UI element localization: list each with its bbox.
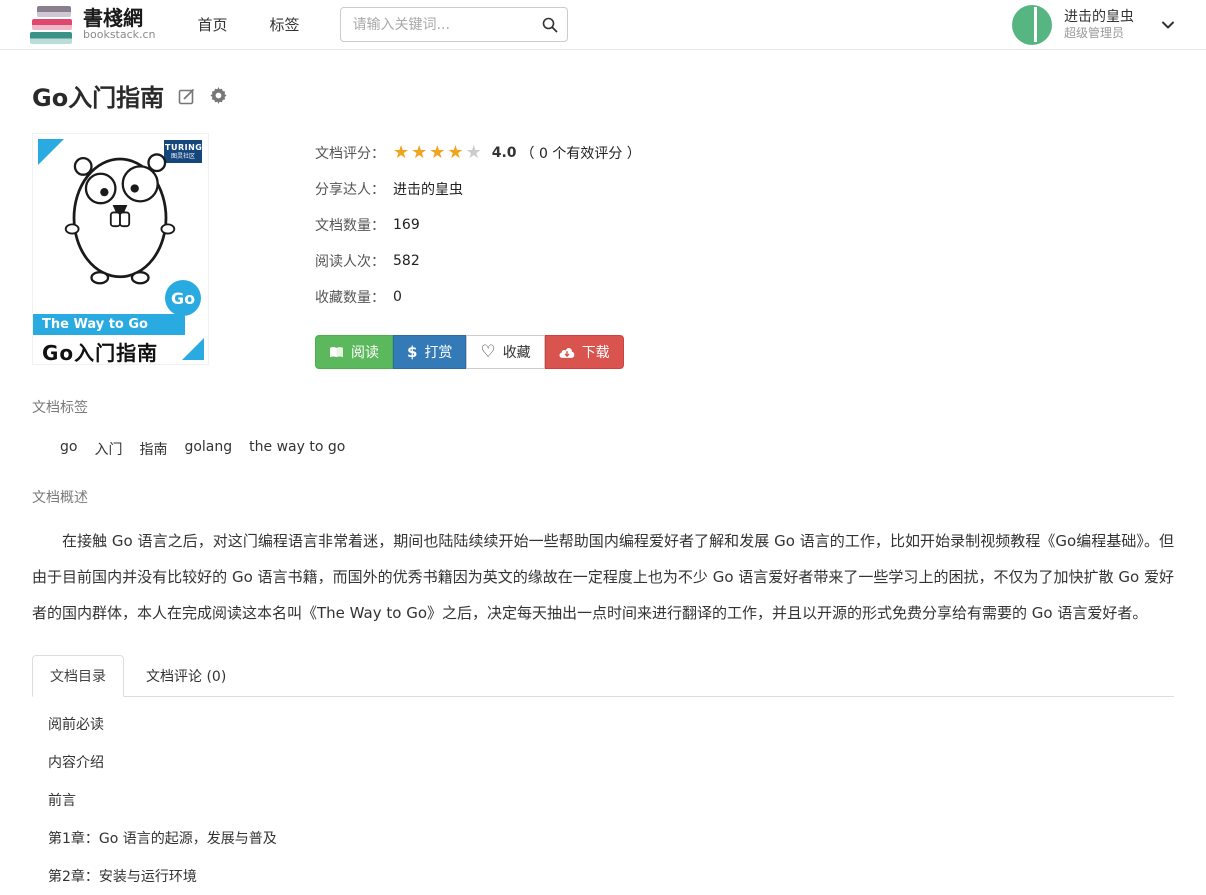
favorite-button[interactable]: ♡ 收藏 (466, 335, 544, 369)
chevron-down-icon (1160, 17, 1176, 33)
info-row: 分享达人： 进击的皇虫 (315, 178, 641, 199)
action-buttons: 阅读 $ 打赏 ♡ 收藏 下载 (315, 335, 624, 369)
tab-bar: 文档目录文档评论 (0) (32, 655, 1174, 697)
header: 書棧網 bookstack.cn 首页 标签 进击的皇虫 超级管理员 (0, 0, 1206, 50)
toc-list: 阅前必读内容介绍前言第1章：Go 语言的起源，发展与普及第2章：安装与运行环境 (32, 705, 1174, 895)
page-title: Go入门指南 (32, 78, 164, 113)
edit-icon[interactable] (178, 87, 196, 105)
star-icon: ★ (466, 142, 484, 163)
gear-icon[interactable] (210, 87, 227, 104)
search-box (340, 7, 568, 42)
tag-link[interactable]: golang (184, 439, 232, 459)
star-icon: ★ (411, 142, 429, 163)
cover-title: Go入门指南 (42, 337, 158, 365)
rating-stars: ★★★★★ (393, 144, 484, 162)
info-label: 收藏数量： (315, 287, 385, 307)
cover-banner: The Way to Go (33, 314, 185, 335)
avatar (1012, 5, 1052, 45)
star-icon: ★ (393, 142, 411, 163)
info-row: 文档数量： 169 (315, 214, 641, 235)
rating-value: 4.0 (492, 145, 517, 161)
dollar-icon: $ (407, 343, 417, 361)
star-icon: ★ (447, 142, 465, 163)
download-button[interactable]: 下载 (545, 335, 624, 369)
nav-item-1[interactable]: 标签 (270, 14, 300, 35)
toc-item[interactable]: 内容介绍 (32, 743, 1174, 781)
overview-text: 在接触 Go 语言之后，对这门编程语言非常着迷，期间也陆陆续续开始一些帮助国内编… (32, 523, 1174, 631)
tag-link[interactable]: go (60, 439, 77, 459)
info-label: 阅读人次： (315, 251, 385, 271)
cover-corner-triangle-bottom (182, 338, 204, 360)
read-button[interactable]: 阅读 (315, 335, 393, 369)
info-value: 0 (393, 289, 402, 305)
gopher-illustration (45, 148, 195, 290)
tab-1[interactable]: 文档评论 (0) (128, 655, 244, 697)
tags-heading: 文档标签 (32, 397, 1174, 417)
info-label: 文档数量： (315, 215, 385, 235)
search-input[interactable] (340, 7, 568, 42)
go-badge: Go (165, 280, 201, 316)
toc-item[interactable]: 前言 (32, 781, 1174, 819)
user-name: 进击的皇虫 (1064, 8, 1134, 26)
cloud-download-icon (559, 346, 575, 359)
site-logo[interactable]: 書棧網 bookstack.cn (30, 5, 156, 45)
book-cover: TURING 图灵社区 (32, 133, 209, 365)
search-button[interactable] (535, 10, 565, 39)
toc-item[interactable]: 第2章：安装与运行环境 (32, 857, 1174, 895)
star-icon: ★ (429, 142, 447, 163)
logo-books-icon (30, 5, 74, 45)
toc-item[interactable]: 第1章：Go 语言的起源，发展与普及 (32, 819, 1174, 857)
tag-link[interactable]: 指南 (139, 439, 167, 459)
rating-row: 文档评分： ★★★★★ 4.0 （ 0 个有效评分 ） (315, 142, 641, 163)
main-nav: 首页 标签 (198, 14, 300, 35)
info-value: 进击的皇虫 (393, 179, 463, 199)
toc-item[interactable]: 阅前必读 (32, 705, 1174, 743)
reward-button[interactable]: $ 打赏 (393, 335, 466, 369)
overview-heading: 文档概述 (32, 487, 1174, 507)
rating-note: （ 0 个有效评分 ） (521, 143, 641, 163)
info-row: 收藏数量： 0 (315, 286, 641, 307)
info-value: 169 (393, 217, 420, 233)
tag-list: go 入门指南 golang the way to go (32, 439, 1174, 459)
info-label: 分享达人： (315, 179, 385, 199)
rating-label: 文档评分： (315, 143, 385, 163)
info-row: 阅读人次： 582 (315, 250, 641, 271)
user-menu[interactable]: 进击的皇虫 超级管理员 (1012, 5, 1176, 45)
user-role: 超级管理员 (1064, 26, 1134, 42)
search-icon (542, 17, 558, 33)
info-value: 582 (393, 253, 420, 269)
tag-link[interactable]: the way to go (249, 439, 345, 459)
heart-icon: ♡ (480, 344, 495, 361)
book-icon (329, 346, 344, 359)
tag-link[interactable]: 入门 (94, 439, 122, 459)
logo-title: 書棧網 (83, 7, 156, 29)
tab-0[interactable]: 文档目录 (32, 655, 124, 697)
logo-subtitle: bookstack.cn (83, 29, 156, 41)
nav-item-0[interactable]: 首页 (198, 14, 228, 35)
